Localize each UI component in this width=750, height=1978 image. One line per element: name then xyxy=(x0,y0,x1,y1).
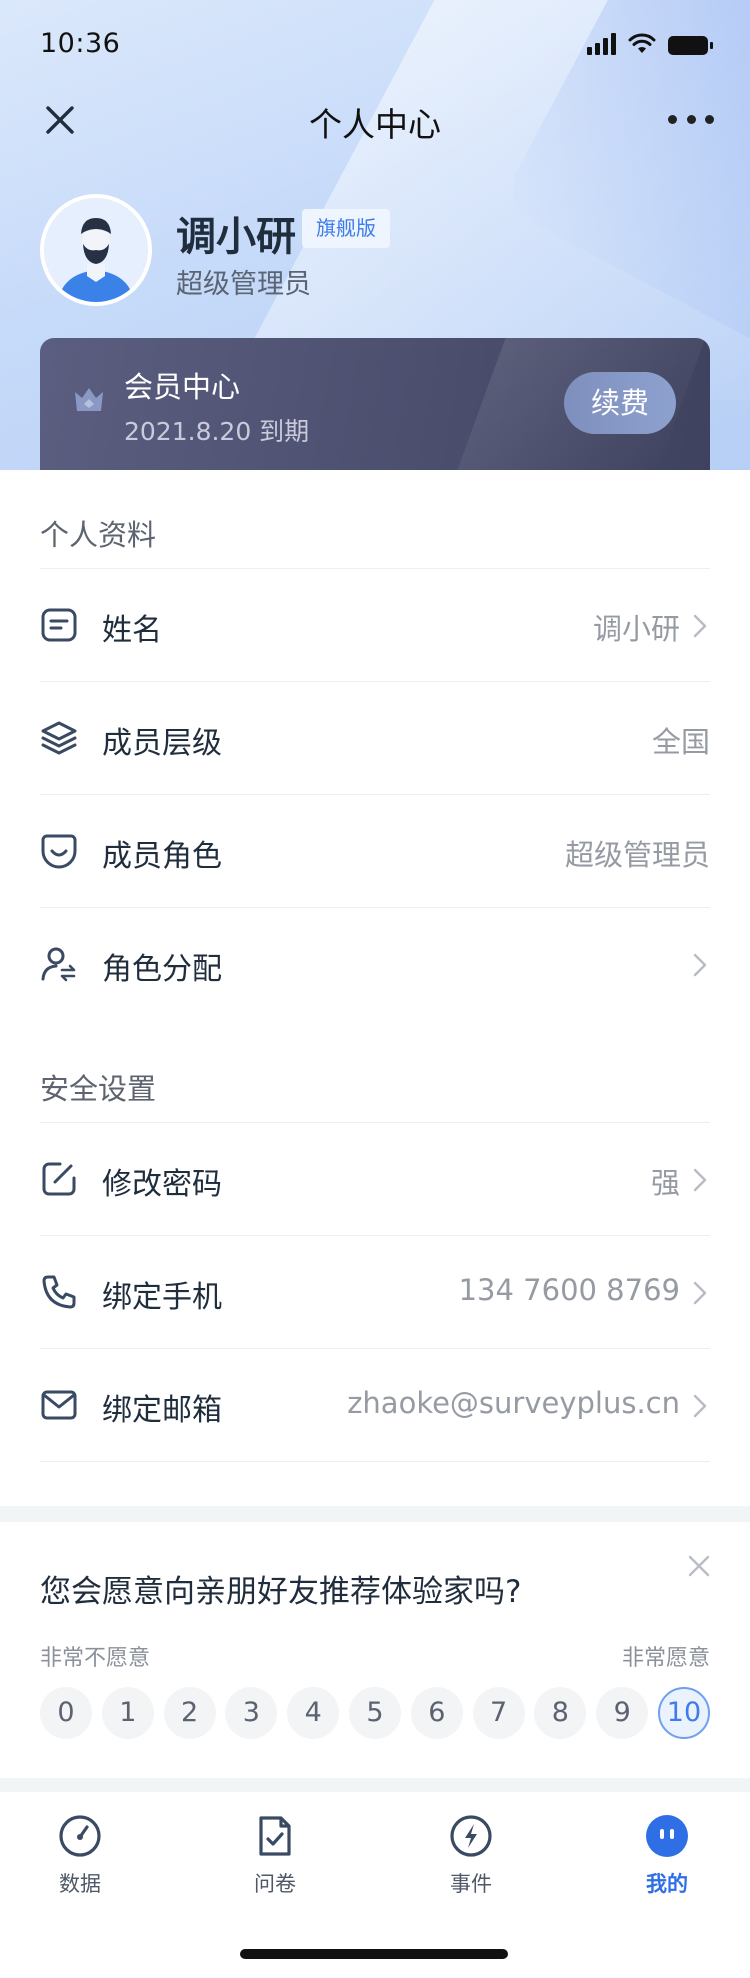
more-icon[interactable] xyxy=(668,104,714,134)
phone-icon xyxy=(42,1275,76,1309)
layers-icon xyxy=(41,721,77,755)
row-label: 修改密码 xyxy=(102,1167,222,1202)
status-icons xyxy=(587,33,713,55)
chevron-right-icon xyxy=(693,953,707,977)
close-icon[interactable] xyxy=(686,1553,712,1579)
user-avatar-icon xyxy=(44,198,148,302)
score-option[interactable]: 4 xyxy=(287,1687,340,1739)
section-title-security: 安全设置 xyxy=(40,1072,157,1106)
chevron-right-icon xyxy=(693,1281,707,1305)
score-option[interactable]: 1 xyxy=(101,1687,154,1739)
row-label: 角色分配 xyxy=(102,952,222,987)
profile-icon xyxy=(646,1815,688,1857)
score-option[interactable]: 5 xyxy=(348,1687,401,1739)
row-role-assignment[interactable]: 角色分配 xyxy=(40,908,710,1020)
membership-title: 会员中心 xyxy=(124,370,241,404)
page-title: 个人中心 xyxy=(309,105,441,144)
tab-label: 数据 xyxy=(59,1872,101,1896)
row-name[interactable]: 姓名 调小研 xyxy=(40,569,710,681)
edit-icon xyxy=(42,1162,76,1196)
row-label: 绑定手机 xyxy=(102,1280,222,1315)
row-value: zhaoke@surveyplus.cn xyxy=(347,1386,680,1420)
battery-icon xyxy=(668,36,713,55)
score-option[interactable]: 7 xyxy=(472,1687,525,1739)
score-option[interactable]: 2 xyxy=(163,1687,216,1739)
score-option[interactable]: 3 xyxy=(225,1687,278,1739)
nps-score-scale: 0 1 2 3 4 5 6 7 8 9 10 xyxy=(40,1687,710,1739)
row-label: 成员角色 xyxy=(102,839,222,874)
score-option[interactable]: 6 xyxy=(410,1687,463,1739)
section-gap xyxy=(0,1778,750,1792)
chevron-right-icon xyxy=(693,614,707,638)
row-value: 调小研 xyxy=(592,612,680,646)
row-value: 强 xyxy=(650,1166,680,1200)
row-value: 全国 xyxy=(651,725,710,759)
home-indicator xyxy=(240,1949,508,1959)
tab-mine[interactable]: 我的 xyxy=(592,1812,742,1898)
document-check-icon xyxy=(259,1816,291,1856)
avatar[interactable] xyxy=(40,194,152,306)
survey-question: 您会愿意向亲朋好友推荐体验家吗? xyxy=(40,1574,522,1610)
score-option[interactable]: 8 xyxy=(534,1687,587,1739)
tab-data[interactable]: 数据 xyxy=(5,1812,155,1898)
score-option[interactable]: 0 xyxy=(40,1687,92,1739)
bolt-icon xyxy=(450,1815,492,1857)
row-member-role[interactable]: 成员角色 超级管理员 xyxy=(40,795,710,907)
divider xyxy=(40,1461,710,1462)
chevron-right-icon xyxy=(693,1168,707,1192)
signal-icon xyxy=(587,33,616,55)
tab-label: 我的 xyxy=(646,1872,688,1896)
mail-icon xyxy=(41,1390,77,1420)
row-label: 成员层级 xyxy=(102,726,222,761)
smile-icon xyxy=(41,834,77,869)
section-gap xyxy=(0,1506,750,1522)
row-label: 姓名 xyxy=(102,613,162,648)
row-bind-email[interactable]: 绑定邮箱 zhaoke@surveyplus.cn xyxy=(40,1349,710,1461)
crown-icon xyxy=(75,388,103,411)
scale-min-label: 非常不愿意 xyxy=(40,1646,151,1671)
plan-badge: 旗舰版 xyxy=(302,209,390,248)
membership-expire: 2021.8.20 到期 xyxy=(124,417,310,446)
tab-events[interactable]: 事件 xyxy=(396,1812,546,1898)
status-time: 10:36 xyxy=(40,28,121,59)
profile-header: 10:36 个人中心 调小研 旗舰版 超级管理员 会员中心 2021.8.20 … xyxy=(0,0,750,470)
row-bind-phone[interactable]: 绑定手机 134 7600 8769 xyxy=(40,1236,710,1348)
renew-button[interactable]: 续费 xyxy=(564,372,676,434)
wifi-icon xyxy=(628,33,656,53)
score-option[interactable]: 9 xyxy=(596,1687,649,1739)
tab-questionnaire[interactable]: 问卷 xyxy=(200,1812,350,1898)
user-role: 超级管理员 xyxy=(176,269,311,300)
name-card-icon xyxy=(41,608,77,642)
tab-label: 问卷 xyxy=(254,1872,296,1896)
row-label: 绑定邮箱 xyxy=(102,1393,222,1428)
section-title-personal: 个人资料 xyxy=(40,518,157,552)
row-value: 134 7600 8769 xyxy=(458,1273,680,1307)
row-change-password[interactable]: 修改密码 强 xyxy=(40,1123,710,1235)
tab-label: 事件 xyxy=(450,1872,492,1896)
score-option-selected[interactable]: 10 xyxy=(657,1687,710,1739)
gauge-icon xyxy=(59,1815,101,1857)
row-value: 超级管理员 xyxy=(564,838,710,872)
user-switch-icon xyxy=(41,947,76,982)
user-name: 调小研 xyxy=(176,214,296,260)
scale-max-label: 非常愿意 xyxy=(621,1646,710,1671)
membership-card[interactable]: 会员中心 2021.8.20 到期 续费 xyxy=(40,338,710,470)
chevron-right-icon xyxy=(693,1394,707,1418)
row-member-level[interactable]: 成员层级 全国 xyxy=(40,682,710,794)
